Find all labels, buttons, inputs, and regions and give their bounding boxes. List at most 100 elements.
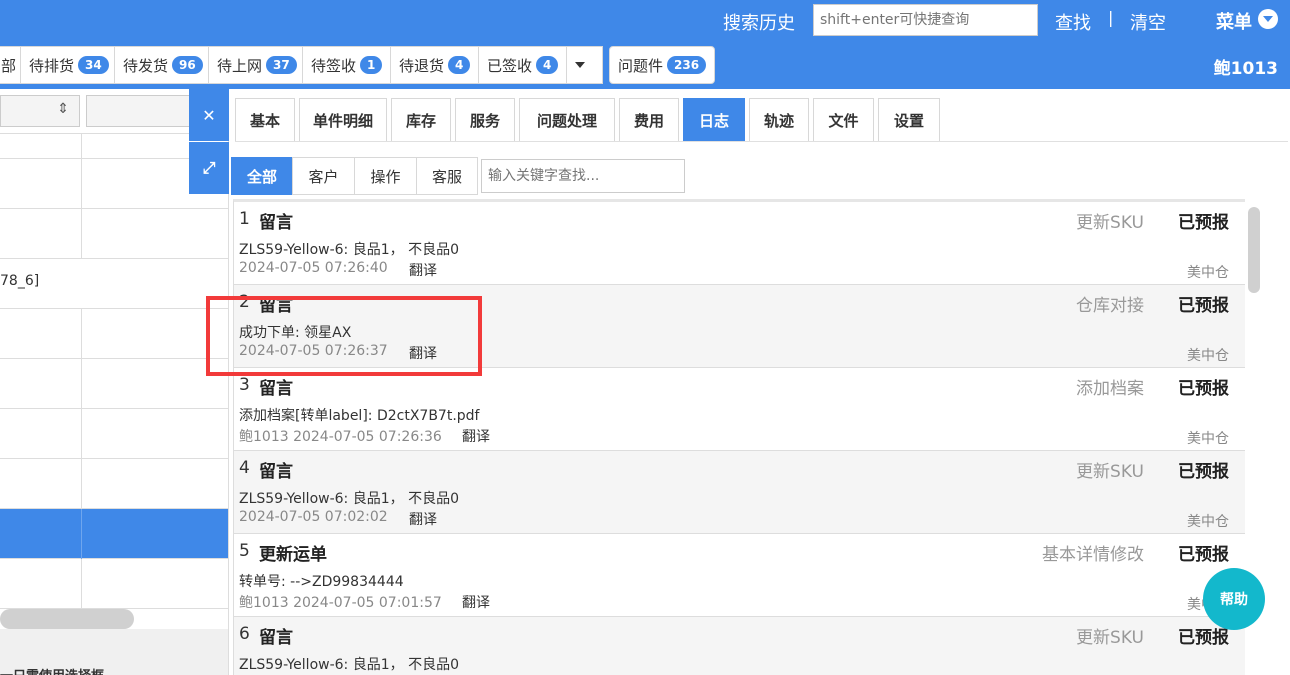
log-action: 更新SKU (1076, 213, 1144, 233)
tab-item-detail[interactable]: 单件明细 (299, 98, 387, 142)
status-tab-pending-sign[interactable]: 待签收 1 (302, 46, 392, 84)
clear-button[interactable]: 清空 (1130, 9, 1166, 35)
log-number: 4 (239, 458, 250, 478)
log-time: 鲍1013 2024-07-05 07:26:36 (239, 429, 442, 445)
horizontal-scrollbar[interactable] (0, 609, 134, 629)
table-row[interactable] (0, 409, 228, 459)
translate-link[interactable]: 翻译 (462, 592, 490, 612)
log-content: 转单号: -->ZD99834444 (239, 574, 404, 590)
log-action: 添加档案 (1076, 379, 1144, 399)
log-content: ZLS59-Yellow-6: 良品1， 不良品0 (239, 491, 459, 507)
tab-inventory[interactable]: 库存 (391, 98, 451, 142)
translate-link[interactable]: 翻译 (462, 426, 490, 446)
status-tab-problem[interactable]: 问题件 236 (609, 46, 716, 84)
find-button[interactable]: 查找 (1055, 9, 1091, 35)
status-tab-label: 待签收 (311, 56, 357, 75)
status-tab-signed[interactable]: 已签收 4 (478, 46, 568, 84)
table-row[interactable] (0, 359, 228, 409)
status-tab-pending-pick[interactable]: 待排货 34 (20, 46, 118, 84)
search-history-link[interactable]: 搜索历史 (723, 9, 795, 35)
log-warehouse: 美中仓 (1187, 265, 1229, 281)
table-row[interactable] (0, 559, 228, 609)
tab-files[interactable]: 文件 (813, 98, 874, 142)
table-row[interactable] (0, 459, 228, 509)
log-action: 更新SKU (1076, 628, 1144, 648)
log-content: ZLS59-Yellow-6: 良品1， 不良品0 (239, 657, 459, 673)
status-tab-label: 待排货 (29, 56, 75, 75)
tab-service[interactable]: 服务 (455, 98, 515, 142)
filter-all[interactable]: 全部 (231, 157, 293, 195)
count-badge: 4 (536, 56, 559, 74)
log-number: 5 (239, 541, 250, 561)
log-entry: 6 留言 更新SKU 已预报 ZLS59-Yellow-6: 良品1， 不良品0 (234, 617, 1245, 675)
menu-button[interactable]: 菜单 (1216, 8, 1252, 34)
log-status: 已预报 (1178, 213, 1229, 233)
tab-basic[interactable]: 基本 (235, 98, 295, 142)
log-status: 已预报 (1178, 379, 1229, 399)
log-action: 基本详情修改 (1042, 545, 1144, 565)
tab-log[interactable]: 日志 (683, 98, 745, 142)
left-select-sort[interactable] (0, 95, 80, 127)
log-content: ZLS59-Yellow-6: 良品1， 不良品0 (239, 242, 459, 258)
translate-link[interactable]: 翻译 (409, 260, 437, 280)
top-bar: 搜索历史 查找 | 清空 菜单 (0, 0, 1290, 42)
vertical-scrollbar[interactable] (1248, 207, 1260, 293)
count-badge: 37 (266, 56, 297, 74)
log-filters: 全部 客户 操作 客服 (231, 157, 478, 195)
keyword-search-input[interactable] (481, 159, 685, 193)
status-tab-label: 部 (1, 56, 17, 75)
status-tab-label: 待发货 (123, 56, 169, 75)
tab-settings[interactable]: 设置 (878, 98, 940, 142)
status-tab-pending-online[interactable]: 待上网 37 (208, 46, 306, 84)
log-status: 已预报 (1178, 296, 1229, 316)
log-type: 留言 (259, 379, 293, 399)
log-type: 更新运单 (259, 545, 327, 565)
tab-fees[interactable]: 费用 (619, 98, 679, 142)
help-button[interactable]: 帮助 (1203, 568, 1265, 630)
log-time: 鲍1013 2024-07-05 07:01:57 (239, 595, 442, 611)
close-panel-button[interactable]: ✕ (189, 89, 229, 141)
count-badge: 236 (667, 56, 707, 74)
count-badge: 96 (172, 56, 203, 74)
more-status-dropdown[interactable] (566, 46, 603, 84)
status-tab-label: 问题件 (618, 56, 664, 75)
count-badge: 4 (448, 56, 471, 74)
log-type: 留言 (259, 213, 293, 233)
tabs-divider (235, 141, 1288, 142)
tab-track[interactable]: 轨迹 (749, 98, 809, 142)
log-number: 3 (239, 375, 250, 395)
count-badge: 34 (78, 56, 109, 74)
log-number: 6 (239, 624, 250, 644)
log-entry: 1 留言 更新SKU 已预报 ZLS59-Yellow-6: 良品1， 不良品0… (234, 202, 1245, 285)
log-warehouse: 美中仓 (1187, 514, 1229, 530)
close-icon: ✕ (202, 105, 216, 125)
log-type: 留言 (259, 628, 293, 648)
log-warehouse: 美中仓 (1187, 431, 1229, 447)
log-entry: 4 留言 更新SKU 已预报 ZLS59-Yellow-6: 良品1， 不良品0… (234, 451, 1245, 534)
filter-customer[interactable]: 客户 (292, 157, 355, 195)
table-row[interactable] (0, 209, 228, 259)
log-time: 2024-07-05 07:26:40 (239, 260, 388, 276)
table-row-selected[interactable] (0, 509, 228, 559)
table-row[interactable]: 78_6] (0, 259, 228, 309)
status-bar: 部 待排货 34 待发货 96 待上网 37 待签收 1 待退货 4 已签收 4… (0, 42, 1290, 89)
translate-link[interactable]: 翻译 (409, 509, 437, 529)
log-status: 已预报 (1178, 462, 1229, 482)
filter-operation[interactable]: 操作 (354, 157, 417, 195)
log-entry: 3 留言 添加档案 已预报 添加档案[转单label]: D2ctX7B7t.p… (234, 368, 1245, 451)
chevron-down-icon[interactable] (1258, 9, 1278, 29)
status-tab-pending-return[interactable]: 待退货 4 (390, 46, 480, 84)
filter-service[interactable]: 客服 (416, 157, 478, 195)
status-tab-pending-ship[interactable]: 待发货 96 (114, 46, 212, 84)
log-list: 1 留言 更新SKU 已预报 ZLS59-Yellow-6: 良品1， 不良品0… (233, 199, 1245, 675)
highlight-box (206, 296, 482, 376)
log-entry: 5 更新运单 基本详情修改 已预报 转单号: -->ZD99834444 鲍10… (234, 534, 1245, 617)
table-row[interactable] (0, 309, 228, 359)
log-action: 仓库对接 (1076, 296, 1144, 316)
footer-hint: 一只需使用选择框 (0, 665, 104, 675)
expand-panel-button[interactable]: ⤢ (189, 142, 229, 194)
tab-problem-handling[interactable]: 问题处理 (519, 98, 615, 142)
expand-icon: ⤢ (202, 158, 216, 177)
count-badge: 1 (360, 56, 383, 74)
search-input[interactable] (813, 4, 1038, 36)
